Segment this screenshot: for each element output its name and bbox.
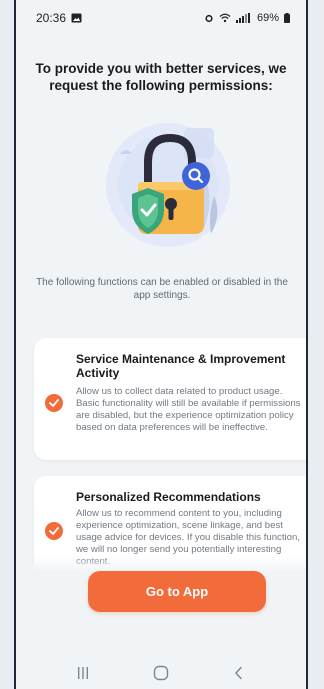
permission-title: Service Maintenance & Improvement Activi… bbox=[76, 352, 286, 380]
signal-icon bbox=[235, 13, 250, 23]
back-icon bbox=[235, 666, 242, 679]
security-lock-illustration bbox=[106, 123, 230, 247]
permission-checkbox[interactable] bbox=[45, 394, 63, 412]
status-time: 20:36 bbox=[36, 11, 67, 25]
permission-checkbox[interactable] bbox=[45, 522, 63, 540]
home-icon bbox=[153, 665, 169, 680]
battery-icon bbox=[284, 13, 290, 23]
status-left: 20:36 bbox=[36, 11, 82, 25]
phone-screen: 20:36 69% To provide you with better ser… bbox=[14, 0, 308, 689]
home-button[interactable] bbox=[141, 659, 181, 687]
permission-title: Personalized Recommendations bbox=[76, 490, 261, 504]
system-nav-bar bbox=[16, 656, 306, 689]
checkmark-icon bbox=[49, 399, 59, 407]
wifi-icon bbox=[219, 13, 231, 23]
status-bar: 20:36 69% bbox=[16, 0, 306, 36]
recent-apps-button[interactable] bbox=[63, 659, 103, 687]
settings-note: The following functions can be enabled o… bbox=[36, 277, 288, 301]
permission-description: Allow us to collect data related to prod… bbox=[76, 386, 301, 433]
recent-apps-icon bbox=[78, 666, 88, 679]
status-right: 69% bbox=[204, 12, 290, 24]
alarm-icon bbox=[205, 14, 213, 23]
checkmark-icon bbox=[49, 527, 59, 535]
battery-percent: 69% bbox=[256, 12, 279, 24]
back-button[interactable] bbox=[219, 659, 259, 687]
go-to-app-button[interactable]: Go to App bbox=[88, 571, 266, 612]
page-title: To provide you with better services, we … bbox=[35, 61, 287, 93]
permission-card-service-maintenance: Service Maintenance & Improvement Activi… bbox=[34, 338, 306, 460]
gallery-icon bbox=[71, 13, 82, 23]
